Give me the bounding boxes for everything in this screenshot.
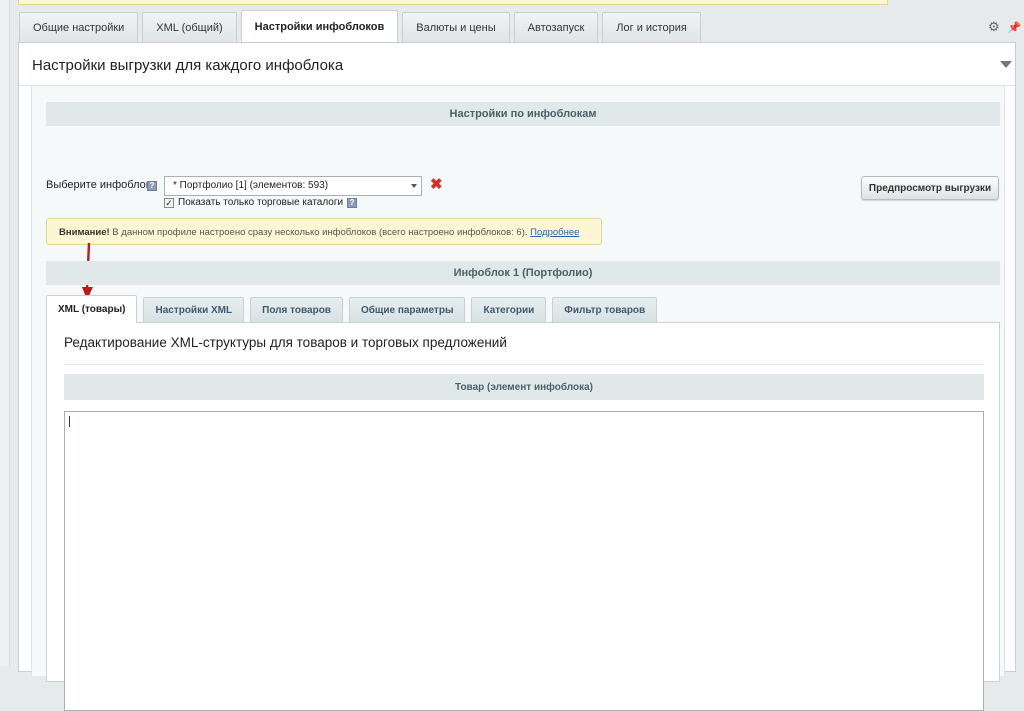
help-icon[interactable]: ? <box>147 181 157 191</box>
iblock-select[interactable]: * Портфолио [1] (элементов: 593) <box>164 176 422 196</box>
content-title: Редактирование XML-структуры для товаров… <box>64 335 507 350</box>
tab-xml-general[interactable]: XML (общий) <box>142 12 237 42</box>
warning-text: В данном профиле настроено сразу несколь… <box>109 227 531 238</box>
xml-products-content: Редактирование XML-структуры для товаров… <box>46 322 1000 711</box>
iblock-sub-tabs: XML (товары) Настройки XML Поля товаров … <box>46 295 663 323</box>
tab-product-fields[interactable]: Поля товаров <box>250 297 343 323</box>
iblock-select-value: * Портфолио [1] (элементов: 593) <box>173 180 329 191</box>
xml-structure-textarea[interactable] <box>64 411 984 711</box>
pin-icon[interactable]: 📌 <box>1008 21 1022 34</box>
tab-tools: ⚙ 📌 <box>988 18 1024 36</box>
tab-xml-settings[interactable]: Настройки XML <box>143 297 245 323</box>
help-icon[interactable]: ? <box>347 197 358 208</box>
tab-general-settings[interactable]: Общие настройки <box>19 12 139 42</box>
tab-currencies-prices[interactable]: Валюты и цены <box>402 12 510 42</box>
tab-xml-products[interactable]: XML (товары) <box>46 295 138 323</box>
preview-export-button[interactable]: Предпросмотр выгрузки <box>861 176 999 200</box>
tab-autorun[interactable]: Автозапуск <box>513 12 599 42</box>
warning-notice: Внимание! В данном профиле настроено сра… <box>46 218 602 245</box>
section-header-product: Товар (элемент инфоблока) <box>64 374 984 400</box>
gear-icon[interactable]: ⚙ <box>988 19 1000 35</box>
tab-general-params[interactable]: Общие параметры <box>348 297 466 323</box>
trade-catalog-filter: ✓ Показать только торговые каталоги ? <box>164 197 358 208</box>
trade-catalog-checkbox-label: Показать только торговые каталоги <box>178 197 344 208</box>
top-notice-edge <box>18 0 888 5</box>
panel-title: Настройки выгрузки для каждого инфоблока <box>32 57 344 74</box>
section-header-iblock-1: Инфоблок 1 (Портфолио) <box>46 261 1000 285</box>
tab-categories[interactable]: Категории <box>471 297 547 323</box>
tab-log-history[interactable]: Лог и история <box>602 12 701 42</box>
more-info-link[interactable]: Подробнее <box>530 227 579 238</box>
select-iblock-label: Выберите инфоблок: <box>46 179 154 191</box>
remove-icon[interactable]: ✖ <box>430 177 443 193</box>
tab-product-filter[interactable]: Фильтр товаров <box>552 297 658 323</box>
main-tabs: Общие настройки XML (общий) Настройки ин… <box>19 10 705 42</box>
section-header-iblock-settings: Настройки по инфоблокам <box>46 102 1000 126</box>
divider <box>64 364 984 365</box>
settings-panel: Настройки выгрузки для каждого инфоблока… <box>18 42 1016 711</box>
left-edge-strip <box>0 0 10 666</box>
collapse-chevron-icon[interactable] <box>1000 61 1012 68</box>
text-caret <box>69 416 70 427</box>
inner-area: Настройки по инфоблокам Выберите инфобло… <box>31 86 1005 711</box>
trade-catalog-checkbox[interactable]: ✓ <box>164 197 174 208</box>
tab-iblock-settings[interactable]: Настройки инфоблоков <box>240 10 399 42</box>
warning-strong: Внимание! <box>59 227 110 238</box>
chevron-down-icon <box>411 184 417 188</box>
